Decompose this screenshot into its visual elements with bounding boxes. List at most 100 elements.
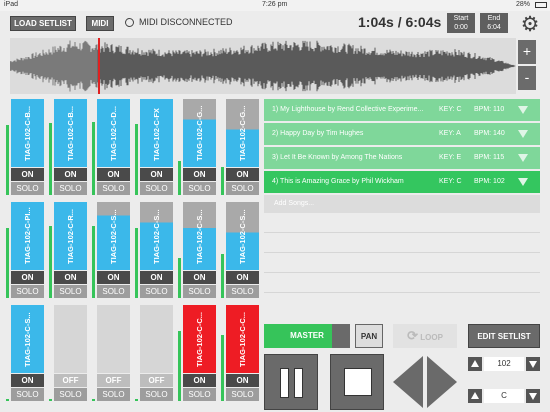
end-time-box[interactable]: End 6:04 <box>480 13 508 33</box>
track-on-toggle[interactable]: ON <box>183 271 216 284</box>
pan-button[interactable]: PAN <box>355 324 383 348</box>
clock: 7:26 pm <box>262 1 288 8</box>
track-solo-button[interactable]: SOLO <box>97 182 130 195</box>
track-name: TIAG-102-C-PI... <box>23 207 32 264</box>
zoom-out-button[interactable]: - <box>518 66 536 90</box>
track-fader[interactable]: TIAG-102-C-S... <box>97 202 130 270</box>
track-fader[interactable]: TIAG-102-C-C... <box>226 305 259 373</box>
track-on-toggle[interactable]: ON <box>226 168 259 181</box>
track-solo-button[interactable]: SOLO <box>11 388 44 401</box>
expand-icon[interactable] <box>518 178 528 186</box>
track-fader[interactable]: TIAG-102-C-S... <box>11 305 44 373</box>
track-name: TIAG-102-C-S... <box>109 209 118 264</box>
expand-icon[interactable] <box>518 106 528 114</box>
song-row[interactable]: 2) Happy Day by Tim Hughes KEY: A BPM: 140 <box>264 123 540 145</box>
track-on-toggle[interactable]: ON <box>54 168 87 181</box>
track-solo-button[interactable]: SOLO <box>140 285 173 298</box>
track-solo-button[interactable]: SOLO <box>54 182 87 195</box>
track-fader[interactable]: TIAG-102-C-R... <box>54 202 87 270</box>
master-volume-handle[interactable] <box>332 324 350 348</box>
track-on-toggle[interactable]: ON <box>97 271 130 284</box>
track-solo-button[interactable]: SOLO <box>226 285 259 298</box>
song-row[interactable]: 1) My Lighthouse by Rend Collective Expe… <box>264 99 540 121</box>
track-solo-button[interactable]: SOLO <box>226 182 259 195</box>
key-field[interactable]: C <box>484 389 524 403</box>
track-fader[interactable]: TIAG-102-C-C... <box>183 305 216 373</box>
track-solo-button[interactable]: SOLO <box>97 388 130 401</box>
track-fader[interactable]: TIAG-102-C-B... <box>11 99 44 167</box>
track-on-toggle[interactable]: ON <box>140 168 173 181</box>
track-solo-button[interactable]: SOLO <box>54 285 87 298</box>
key-down-button[interactable] <box>526 389 540 403</box>
gear-icon[interactable]: ⚙ <box>519 14 541 36</box>
track-on-toggle[interactable]: OFF <box>97 374 130 387</box>
expand-icon[interactable] <box>518 154 528 162</box>
zoom-in-button[interactable]: + <box>518 40 536 64</box>
track-fader[interactable] <box>140 305 173 373</box>
track-on-toggle[interactable]: ON <box>183 374 216 387</box>
bpm-up-button[interactable] <box>468 357 482 371</box>
level-meter <box>49 399 52 401</box>
track-fader[interactable]: TIAG-102-C-S... <box>140 202 173 270</box>
track-solo-button[interactable]: SOLO <box>97 285 130 298</box>
song-title: 4) This is Amazing Grace by Phil Wickham <box>272 178 404 185</box>
track-fader[interactable]: TIAG-102-C-S... <box>183 202 216 270</box>
edit-setlist-button[interactable]: EDIT SETLIST <box>468 324 540 348</box>
bpm-down-button[interactable] <box>526 357 540 371</box>
track-fader[interactable]: TIAG-102-C-G... <box>183 99 216 167</box>
track-fader[interactable]: TIAG-102-C-G... <box>226 99 259 167</box>
next-song-icon[interactable] <box>427 356 457 408</box>
track-on-toggle[interactable]: OFF <box>140 374 173 387</box>
playhead[interactable] <box>98 38 100 94</box>
track-fader[interactable] <box>97 305 130 373</box>
track-on-toggle[interactable]: ON <box>183 168 216 181</box>
previous-song-icon[interactable] <box>393 356 423 408</box>
song-bpm: BPM: 115 <box>474 154 505 161</box>
track-on-toggle[interactable]: ON <box>11 168 44 181</box>
expand-icon[interactable] <box>518 130 528 138</box>
track-fader[interactable] <box>54 305 87 373</box>
track-solo-button[interactable]: SOLO <box>183 388 216 401</box>
track-strip: TIAG-102-C-R... ON SOLO <box>54 202 87 298</box>
track-on-toggle[interactable]: ON <box>140 271 173 284</box>
track-on-toggle[interactable]: ON <box>11 271 44 284</box>
pause-button[interactable] <box>264 354 318 410</box>
level-meter <box>135 124 138 195</box>
loop-button[interactable]: ⟳ LOOP <box>393 324 457 348</box>
song-row[interactable]: 3) Let It Be Known by Among The Nations K… <box>264 147 540 169</box>
midi-button[interactable]: MIDI <box>86 16 114 31</box>
track-on-toggle[interactable]: ON <box>54 271 87 284</box>
track-on-toggle[interactable]: ON <box>11 374 44 387</box>
track-strip: TIAG-102-C-S... ON SOLO <box>226 202 259 298</box>
track-solo-button[interactable]: SOLO <box>140 388 173 401</box>
bpm-field[interactable]: 102 <box>484 357 524 371</box>
track-fader[interactable]: TIAG-102-C-PI... <box>11 202 44 270</box>
track-on-toggle[interactable]: ON <box>226 374 259 387</box>
waveform[interactable] <box>9 38 516 94</box>
track-solo-button[interactable]: SOLO <box>11 182 44 195</box>
track-on-toggle[interactable]: ON <box>97 168 130 181</box>
key-up-button[interactable] <box>468 389 482 403</box>
track-solo-button[interactable]: SOLO <box>11 285 44 298</box>
track-solo-button[interactable]: SOLO <box>54 388 87 401</box>
track-fader[interactable]: TIAG-102-C-B... <box>54 99 87 167</box>
load-setlist-button[interactable]: LOAD SETLIST <box>10 16 76 31</box>
track-solo-button[interactable]: SOLO <box>183 182 216 195</box>
waveform-graphic <box>9 40 516 92</box>
stop-button[interactable] <box>330 354 384 410</box>
track-solo-button[interactable]: SOLO <box>226 388 259 401</box>
track-solo-button[interactable]: SOLO <box>140 182 173 195</box>
start-time-box[interactable]: Start 0:00 <box>447 13 475 33</box>
song-row[interactable]: 4) This is Amazing Grace by Phil Wickham… <box>264 171 540 193</box>
track-on-toggle[interactable]: ON <box>226 271 259 284</box>
track-on-toggle[interactable]: OFF <box>54 374 87 387</box>
track-strip: OFF SOLO <box>54 305 87 401</box>
add-songs-button[interactable]: Add Songs... <box>264 195 540 213</box>
track-fader[interactable]: TIAG-102-C-S... <box>226 202 259 270</box>
track-fader[interactable]: TIAG-102-C-FX <box>140 99 173 167</box>
track-solo-button[interactable]: SOLO <box>183 285 216 298</box>
battery-icon <box>535 2 547 8</box>
track-fader[interactable]: TIAG-102-C-D... <box>97 99 130 167</box>
track-name: TIAG-102-C-S... <box>238 209 247 264</box>
device-label: iPad <box>4 1 19 8</box>
